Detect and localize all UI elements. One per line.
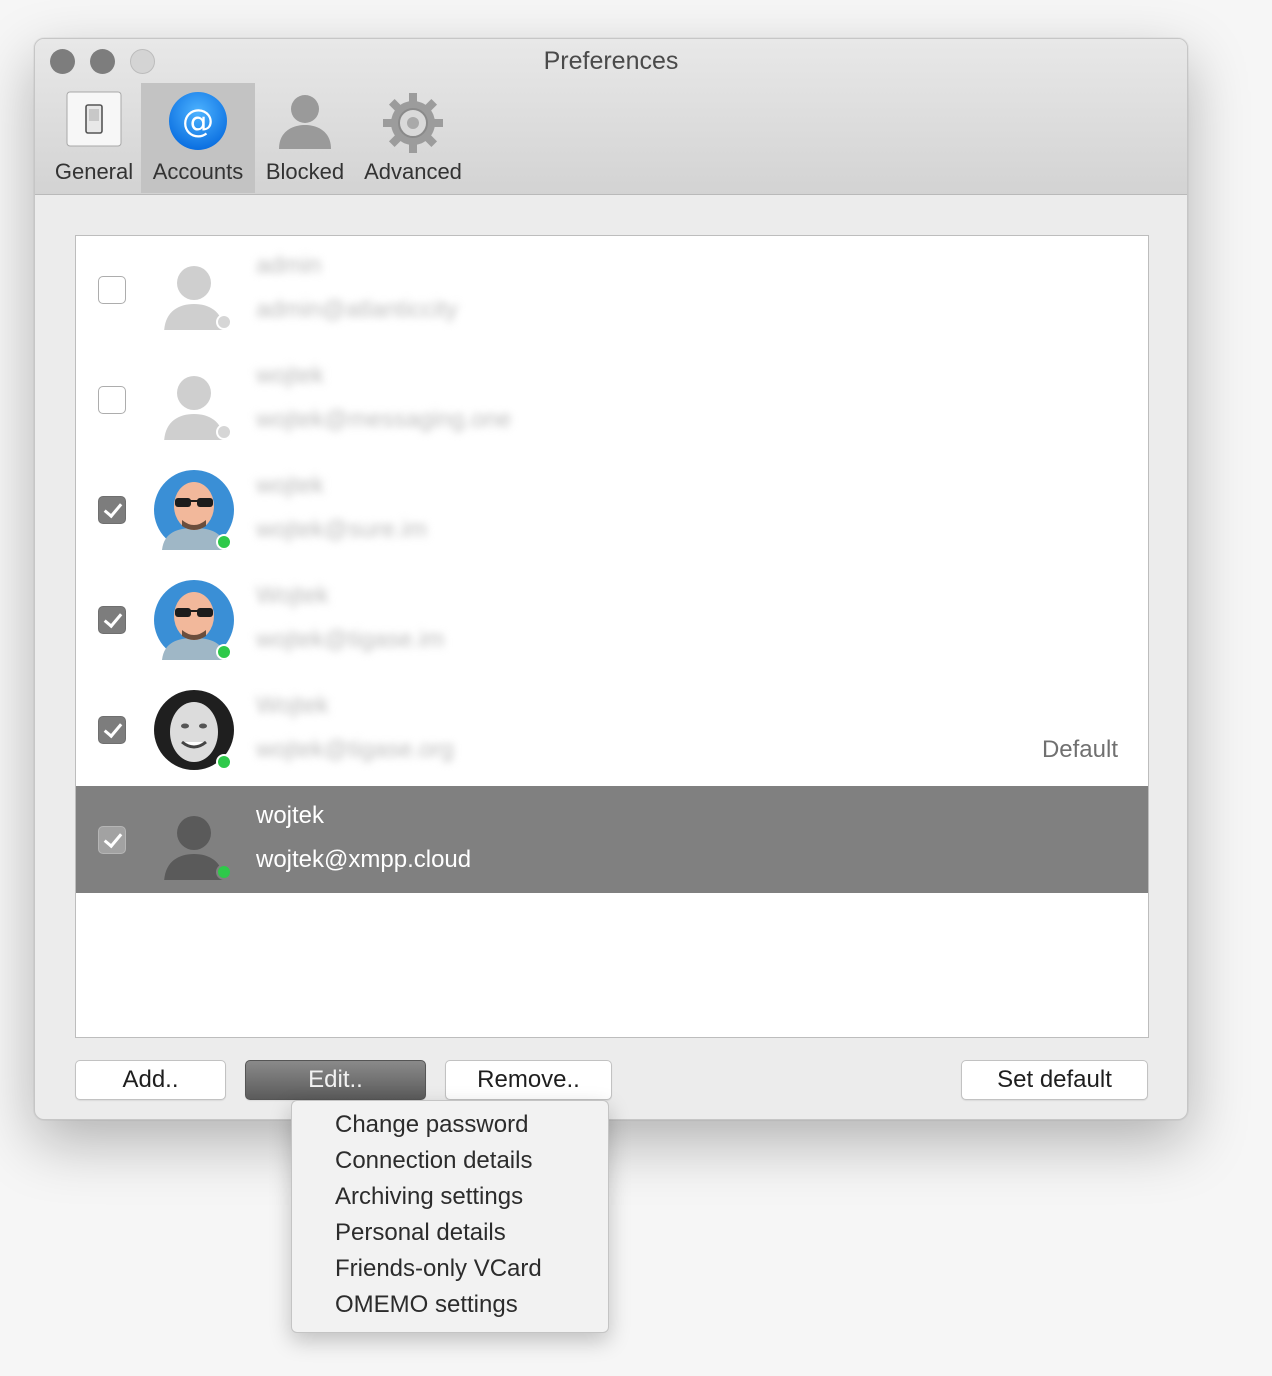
tab-advanced[interactable]: Advanced <box>357 83 469 193</box>
svg-text:@: @ <box>182 102 214 140</box>
account-jid: wojtek@messaging.one <box>256 406 512 433</box>
edit-menu: Change password Connection details Archi… <box>291 1100 609 1333</box>
menu-item-omemo-settings[interactable]: OMEMO settings <box>292 1287 608 1323</box>
online-status-dot <box>216 754 232 770</box>
online-status-dot <box>216 534 232 550</box>
account-name: wojtek <box>256 802 325 829</box>
tab-blocked-label: Blocked <box>265 159 345 184</box>
default-account-label: Default <box>1041 736 1118 763</box>
offline-status-dot <box>216 424 232 440</box>
edit-account-button[interactable]: Edit.. <box>245 1060 426 1100</box>
account-enabled-checkbox[interactable] <box>98 826 126 854</box>
account-row-selected[interactable]: wojtek wojtek@xmpp.cloud <box>76 786 1148 893</box>
tab-accounts[interactable]: @ Accounts <box>141 83 255 193</box>
account-name: wojtek <box>256 362 325 389</box>
online-status-dot <box>216 864 232 880</box>
account-enabled-checkbox[interactable] <box>98 496 126 524</box>
accounts-list[interactable]: admin admin@atlanticcity wojtek wojtek@m… <box>75 235 1149 1038</box>
menu-item-friends-only-vcard[interactable]: Friends-only VCard <box>292 1251 608 1287</box>
preferences-window: Preferences General @ Accounts Blocked A… <box>34 38 1188 1120</box>
gear-icon <box>381 91 445 161</box>
tab-general-label: General <box>54 159 134 184</box>
account-row[interactable]: Wojtek wojtek@tigase.org Default <box>76 676 1148 786</box>
account-name: Wojtek <box>256 692 329 719</box>
account-jid: wojtek@tigase.org <box>256 736 454 763</box>
at-sign-icon: @ <box>168 91 228 157</box>
tab-general[interactable]: General <box>47 83 141 193</box>
account-jid: wojtek@sure.im <box>256 516 428 543</box>
add-account-button[interactable]: Add.. <box>75 1060 226 1100</box>
online-status-dot <box>216 644 232 660</box>
menu-item-connection-details[interactable]: Connection details <box>292 1143 608 1179</box>
account-jid: admin@atlanticcity <box>256 296 458 323</box>
menu-item-personal-details[interactable]: Personal details <box>292 1215 608 1251</box>
account-name: Wojtek <box>256 582 329 609</box>
title-bar: Preferences General @ Accounts Blocked A… <box>35 39 1187 195</box>
account-row[interactable]: wojtek wojtek@sure.im <box>76 456 1148 566</box>
menu-item-archiving-settings[interactable]: Archiving settings <box>292 1179 608 1215</box>
account-jid: wojtek@xmpp.cloud <box>256 846 472 873</box>
window-title: Preferences <box>543 47 679 75</box>
account-name: wojtek <box>256 472 325 499</box>
account-row[interactable]: wojtek wojtek@messaging.one <box>76 346 1148 456</box>
account-row[interactable]: Wojtek wojtek@tigase.im <box>76 566 1148 676</box>
remove-account-button[interactable]: Remove.. <box>445 1060 612 1100</box>
tab-advanced-label: Advanced <box>364 159 462 184</box>
set-default-button[interactable]: Set default <box>961 1060 1148 1100</box>
account-enabled-checkbox[interactable] <box>98 716 126 744</box>
account-enabled-checkbox[interactable] <box>98 606 126 634</box>
offline-status-dot <box>216 314 232 330</box>
menu-item-change-password[interactable]: Change password <box>292 1107 608 1143</box>
account-enabled-checkbox[interactable] <box>98 386 126 414</box>
account-enabled-checkbox[interactable] <box>98 276 126 304</box>
tab-blocked[interactable]: Blocked <box>255 83 355 193</box>
tab-accounts-label: Accounts <box>152 159 244 184</box>
account-jid: wojtek@tigase.im <box>256 626 445 653</box>
account-row[interactable]: admin admin@atlanticcity <box>76 236 1148 346</box>
person-silhouette-icon <box>275 91 335 157</box>
account-name: admin <box>256 252 322 279</box>
switch-icon <box>66 91 122 153</box>
